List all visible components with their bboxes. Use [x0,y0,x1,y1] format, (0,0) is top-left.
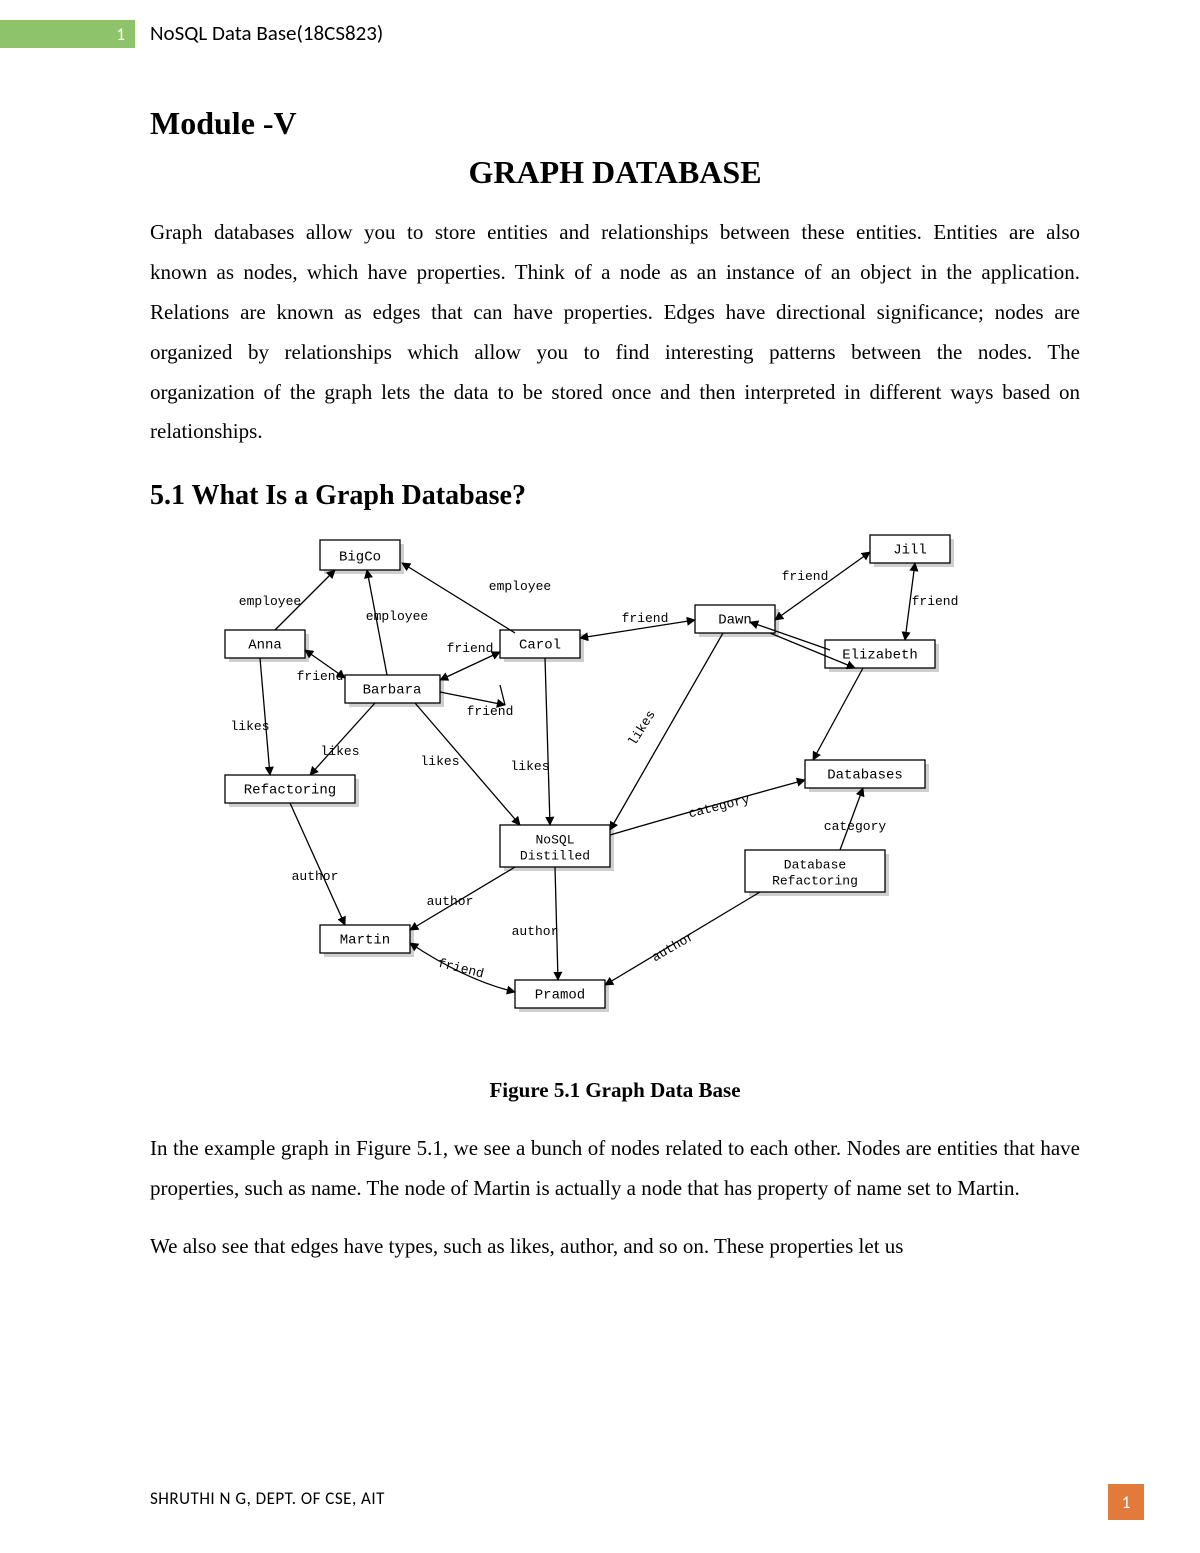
edge-dawn-nosql: likes [625,708,658,749]
footer-author: SHRUTHI N G, DEPT. OF CSE, AIT [150,1488,385,1509]
node-bigco: BigCo [339,550,381,566]
edge-anna-ref: likes [230,719,269,734]
edge-ref-martin: author [292,869,339,884]
edge-martin-pramod: friend [436,956,485,982]
edge-nosql-db: category [687,792,751,822]
edge-anna-barbara: friend [297,669,344,684]
intro-paragraph: Graph databases allow you to store entit… [150,213,1080,452]
edge-barbara-bigco: employee [366,609,428,624]
node-barbara: Barbara [363,683,422,699]
edge-jill-elizabeth: friend [912,594,959,609]
figure-5-1-diagram: BigCo Jill Anna Carol Dawn Elizabeth Bar… [150,530,1080,1070]
header-page-marker: 1 [116,24,125,45]
edge-carol-bigco: employee [489,579,551,594]
figure-caption: Figure 5.1 Graph Data Base [150,1078,1080,1103]
edge-nosql-pramod: author [512,924,559,939]
edge-carol-dawn: friend [622,611,669,626]
edge-barbara-carol: friend [447,641,494,656]
paragraph-3: We also see that edges have types, such … [150,1227,1080,1267]
module-heading: Module -V [150,105,1080,142]
node-dawn: Dawn [718,613,752,629]
node-carol: Carol [519,638,561,654]
node-nosql-2: Distilled [520,849,590,864]
paragraph-2: In the example graph in Figure 5.1, we s… [150,1129,1080,1209]
edge-barbara-friend3: friend [467,704,514,719]
node-databases: Databases [827,768,903,784]
edge-barbara-nosql: likes [420,754,459,769]
header-bar: 1 [0,20,135,48]
footer-page-label: 1 [1122,1492,1131,1513]
edge-nosql-martin: author [427,894,474,909]
page-content: Module -V GRAPH DATABASE Graph databases… [150,105,1080,1285]
node-nosql-1: NoSQL [535,833,574,848]
edge-dbref-db: category [824,819,887,834]
edge-barbara-ref: likes [320,744,359,759]
edge-anna-bigco: employee [239,594,301,609]
section-5-1-heading: 5.1 What Is a Graph Database? [150,480,1080,512]
edge-dawn-jill: friend [782,569,829,584]
node-elizabeth: Elizabeth [842,648,918,664]
edge-carol-nosql: likes [510,759,549,774]
node-martin: Martin [340,933,390,949]
node-refactoring: Refactoring [244,783,336,799]
node-dbref-2: Refactoring [772,874,858,889]
chapter-title: GRAPH DATABASE [150,154,1080,191]
node-jill: Jill [893,543,927,559]
node-dbref-1: Database [784,858,846,873]
course-title: NoSQL Data Base(18CS823) [150,20,383,46]
node-anna: Anna [248,638,282,654]
edge-dbref-pramod: author [649,929,697,965]
node-pramod: Pramod [535,988,585,1004]
footer-page-number: 1 [1108,1484,1144,1520]
